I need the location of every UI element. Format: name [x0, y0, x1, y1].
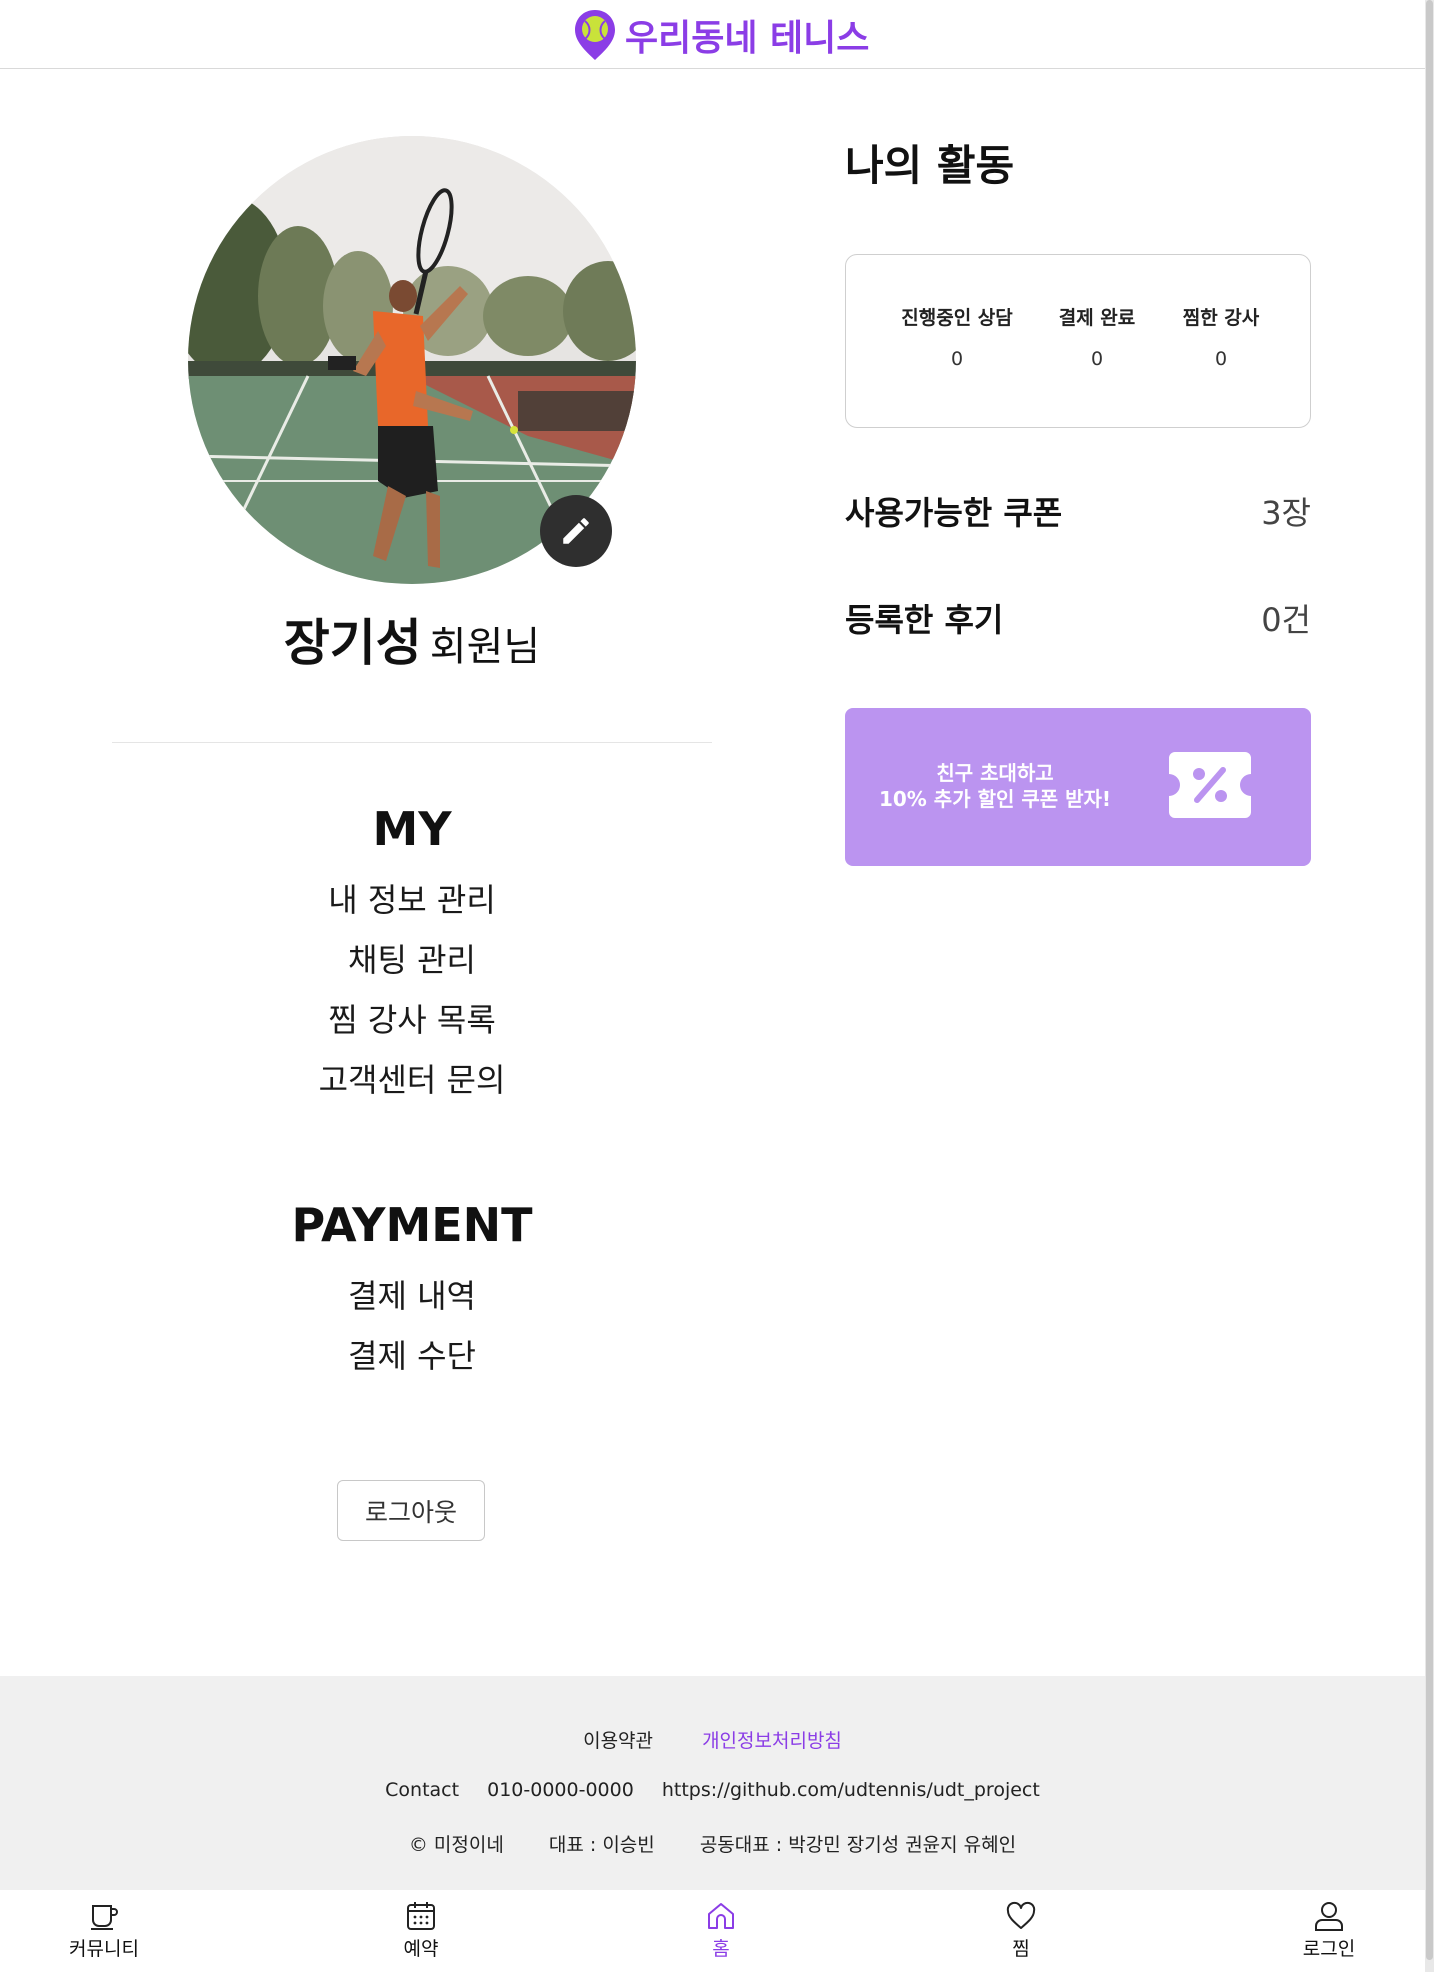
pencil-icon [563, 518, 589, 544]
copyright: © 미정이네 [408, 1834, 504, 1856]
nav-login[interactable]: 로그인 [1269, 1900, 1389, 1961]
promo-text: 친구 초대하고 10% 추가 할인 쿠폰 받자! [865, 760, 1125, 812]
payment-menu-title: PAYMENT [291, 1198, 533, 1252]
contact-phone: 010-0000-0000 [487, 1779, 634, 1801]
user-icon [1315, 1902, 1343, 1931]
user-greeting: 장기성 회원님 [100, 603, 724, 675]
my-menu: MY 내 정보 관리 채팅 관리 찜 강사 목록 고객센터 문의 [112, 802, 712, 1110]
stat-paid[interactable]: 결제 완료 0 [1042, 303, 1152, 370]
nav-label: 로그인 [1302, 1938, 1356, 1960]
calendar-icon [407, 1902, 435, 1930]
discount-ticket-icon [1169, 752, 1251, 818]
stat-label: 찜한 강사 [1182, 307, 1260, 329]
app-header: 우리동네 테니스 [0, 0, 1425, 69]
footer-company: © 미정이네 대표 : 이승빈 공동대표 : 박강민 장기성 권윤지 유혜인 [0, 1830, 1425, 1857]
review-label: 등록한 후기 [845, 601, 1004, 639]
tennis-ball-pin-icon [575, 10, 615, 60]
terms-link[interactable]: 이용약관 [583, 1730, 653, 1752]
footer-contact: Contact 010-0000-0000 https://github.com… [0, 1779, 1425, 1801]
scrollbar[interactable] [1425, 0, 1434, 1972]
nav-label: 커뮤니티 [69, 1938, 139, 1960]
github-link[interactable]: https://github.com/udtennis/udt_project [662, 1779, 1040, 1801]
stat-value: 0 [1214, 348, 1228, 370]
activity-stats-card: 진행중인 상담 0 결제 완료 0 찜한 강사 0 [845, 254, 1311, 428]
activity-title: 나의 활동 [845, 141, 1015, 190]
nav-label: 예약 [403, 1938, 439, 1960]
menu-item-favorite-coaches[interactable]: 찜 강사 목록 [112, 990, 712, 1050]
nav-label: 찜 [1012, 1938, 1030, 1960]
nav-home[interactable]: 홈 [661, 1900, 781, 1961]
coupon-row[interactable]: 사용가능한 쿠폰 3장 [845, 488, 1311, 534]
heart-icon [1006, 1901, 1036, 1929]
bottom-nav: 커뮤니티 예약 홈 찜 로그인 [0, 1890, 1425, 1972]
stat-label: 진행중인 상담 [901, 307, 1013, 329]
privacy-link[interactable]: 개인정보처리방침 [702, 1730, 842, 1752]
promo-line-1: 친구 초대하고 [936, 761, 1054, 785]
user-name: 장기성 [283, 614, 422, 672]
menu-item-customer-center[interactable]: 고객센터 문의 [112, 1050, 712, 1110]
menu-item-my-info[interactable]: 내 정보 관리 [112, 870, 712, 930]
review-row[interactable]: 등록한 후기 0건 [845, 595, 1311, 641]
stat-value: 0 [950, 348, 964, 370]
contact-label: Contact [385, 1779, 460, 1801]
footer-links: 이용약관 개인정보처리방침 [0, 1726, 1425, 1753]
user-suffix: 회원님 [429, 624, 541, 670]
promo-line-2: 10% 추가 할인 쿠폰 받자! [878, 787, 1112, 811]
logout-button[interactable]: 로그아웃 [337, 1480, 485, 1541]
nav-favorites[interactable]: 찜 [961, 1900, 1081, 1961]
invite-friend-banner[interactable]: 친구 초대하고 10% 추가 할인 쿠폰 받자! [845, 708, 1311, 866]
coupon-count: 3장 [1261, 494, 1311, 532]
nav-community[interactable]: 커뮤니티 [44, 1900, 164, 1961]
stat-label: 결제 완료 [1058, 307, 1136, 329]
stat-consulting[interactable]: 진행중인 상담 0 [892, 303, 1022, 370]
my-menu-title: MY [372, 802, 452, 856]
stat-value: 0 [1090, 348, 1104, 370]
cup-icon [91, 1905, 118, 1930]
co-ceo-info: 공동대표 : 박강민 장기성 권윤지 유혜인 [699, 1834, 1017, 1856]
logo[interactable]: 우리동네 테니스 [573, 8, 869, 62]
scrollbar-thumb[interactable] [1426, 0, 1433, 1960]
ceo-info: 대표 : 이승빈 [548, 1834, 655, 1856]
edit-profile-button[interactable] [540, 495, 612, 567]
footer: 이용약관 개인정보처리방침 Contact 010-0000-0000 http… [0, 1676, 1425, 1890]
stat-favorite-coach[interactable]: 찜한 강사 0 [1166, 303, 1276, 370]
nav-label: 홈 [712, 1938, 730, 1960]
menu-item-chat[interactable]: 채팅 관리 [112, 930, 712, 990]
coupon-label: 사용가능한 쿠폰 [845, 494, 1063, 532]
logo-text: 우리동네 테니스 [625, 18, 870, 59]
divider [112, 742, 712, 743]
home-icon [708, 1903, 734, 1929]
review-count: 0건 [1261, 601, 1311, 639]
nav-reservation[interactable]: 예약 [361, 1900, 481, 1961]
payment-menu: PAYMENT 결제 내역 결제 수단 [112, 1198, 712, 1386]
menu-item-payment-method[interactable]: 결제 수단 [112, 1326, 712, 1386]
menu-item-payment-history[interactable]: 결제 내역 [112, 1266, 712, 1326]
